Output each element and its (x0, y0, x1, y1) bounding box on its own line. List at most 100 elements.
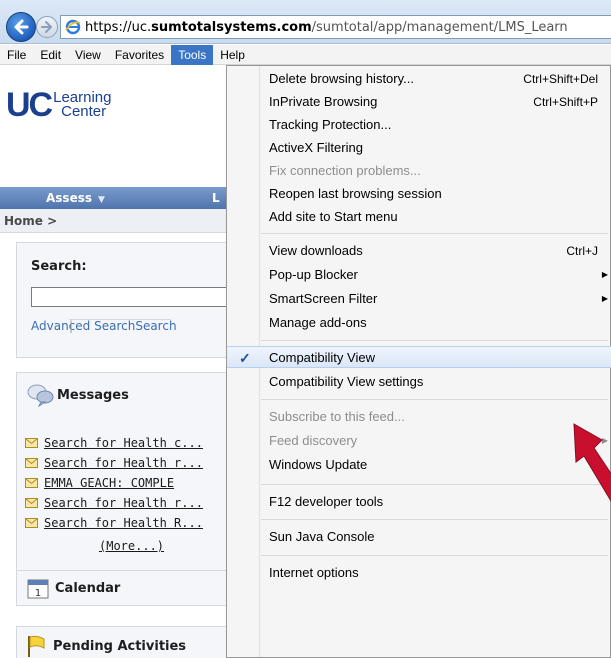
forward-button[interactable] (36, 16, 58, 38)
url-path: /sumtotal/app/management/LMS_Learn (311, 19, 568, 35)
menu-favorites[interactable]: Favorites (108, 45, 171, 65)
menu-item-label: F12 developer tools (269, 494, 384, 509)
menu-item-view-downloads[interactable]: View downloads Ctrl+J (227, 240, 611, 262)
uc-learning-center-logo[interactable]: UC Learning Center (6, 88, 112, 122)
menu-item-label: Compatibility View (269, 350, 375, 365)
menu-item-label: Reopen last browsing session (269, 186, 442, 201)
envelope-icon (25, 438, 38, 448)
browser-toolbar: https://uc. sumtotalsystems.com/sumtotal/… (0, 0, 611, 44)
menu-bar: File Edit View Favorites Tools Help (0, 44, 611, 65)
ie-icon (65, 19, 81, 35)
menu-item-activex-filtering[interactable]: ActiveX Filtering (227, 137, 611, 159)
menu-item-label: Delete browsing history... (269, 71, 414, 86)
menu-tools[interactable]: Tools (171, 44, 214, 65)
menu-item-inprivate-browsing[interactable]: InPrivate Browsing Ctrl+Shift+P (227, 91, 611, 113)
nav-assess[interactable]: Assess ▼ (46, 187, 105, 209)
menu-separator (261, 399, 608, 400)
url-host: sumtotalsystems.com (151, 19, 312, 35)
forward-arrow-icon (41, 21, 52, 33)
search-title: Search: (31, 259, 87, 274)
menu-item-label: Subscribe to this feed... (269, 409, 405, 424)
svg-text:1: 1 (35, 588, 41, 599)
menu-item-label: Fix connection problems... (269, 163, 421, 178)
address-bar[interactable]: https://uc. sumtotalsystems.com/sumtotal/… (60, 15, 611, 39)
menu-item-smartscreen-filter[interactable]: SmartScreen Filter ▶ (227, 288, 611, 310)
menu-separator (261, 519, 608, 520)
calendar-icon: 1 (27, 579, 49, 599)
calendar-panel: 1 Calendar (16, 570, 256, 606)
menu-item-label: ActiveX Filtering (269, 140, 363, 155)
menu-item-popup-blocker[interactable]: Pop-up Blocker ▶ (227, 264, 611, 286)
menu-item-delete-browsing-history[interactable]: Delete browsing history... Ctrl+Shift+Del (227, 68, 611, 90)
menu-view[interactable]: View (68, 45, 108, 65)
back-button[interactable] (6, 12, 36, 42)
message-link[interactable]: EMMA GEACH: COMPLE (44, 476, 174, 490)
menu-file[interactable]: File (0, 45, 33, 65)
pending-activities-panel: Pending Activities (16, 626, 256, 658)
message-link[interactable]: Search for Health r... (44, 456, 203, 470)
menu-item-compatibility-view[interactable]: ✓ Compatibility View (227, 346, 611, 368)
list-item: Search for Health r... (25, 493, 203, 513)
pending-activities-header: Pending Activities (27, 635, 186, 657)
menu-item-label: Compatibility View settings (269, 374, 424, 389)
menu-item-f12-developer-tools[interactable]: F12 developer tools (227, 491, 611, 513)
messages-icon (27, 384, 54, 407)
menu-separator (261, 340, 608, 341)
search-input[interactable] (31, 287, 257, 307)
menu-item-shortcut: Ctrl+Shift+P (533, 95, 598, 109)
menu-item-label: Pop-up Blocker (269, 267, 358, 282)
messages-list: Search for Health c... Search for Health… (25, 433, 203, 533)
chevron-down-icon: ▼ (98, 195, 105, 205)
envelope-icon (25, 458, 38, 468)
envelope-icon (25, 518, 38, 528)
checkmark-icon: ✓ (239, 350, 251, 366)
menu-item-add-site-to-start[interactable]: Add site to Start menu (227, 206, 611, 228)
back-arrow-icon (14, 19, 29, 35)
submenu-arrow-icon: ▶ (601, 270, 608, 279)
list-item: Search for Health r... (25, 453, 203, 473)
messages-header: Messages (27, 383, 129, 407)
menu-item-tracking-protection[interactable]: Tracking Protection... (227, 114, 611, 136)
nav-second-item[interactable]: L (212, 187, 220, 209)
search-link[interactable]: Search (135, 319, 176, 333)
menu-edit[interactable]: Edit (33, 45, 68, 65)
list-item: EMMA GEACH: COMPLE (25, 473, 203, 493)
advanced-search-link[interactable]: Advanced Search (31, 319, 135, 333)
messages-more-link[interactable]: (More...) (99, 539, 164, 553)
menu-item-reopen-last-session[interactable]: Reopen last browsing session (227, 183, 611, 205)
message-link[interactable]: Search for Health r... (44, 496, 203, 510)
menu-item-fix-connection-problems: Fix connection problems... (227, 160, 611, 182)
message-link[interactable]: Search for Health c... (44, 436, 203, 450)
menu-item-sun-java-console[interactable]: Sun Java Console (227, 526, 611, 548)
logo-text: Learning Center (53, 90, 111, 120)
menu-item-label: Internet options (269, 565, 359, 580)
menu-item-compatibility-view-settings[interactable]: Compatibility View settings (227, 371, 611, 393)
menu-item-manage-add-ons[interactable]: Manage add-ons (227, 312, 611, 334)
menu-help[interactable]: Help (213, 45, 252, 65)
menu-item-subscribe-feed: Subscribe to this feed... (227, 406, 611, 428)
menu-item-label: Windows Update (269, 457, 368, 472)
message-link[interactable]: Search for Health R... (44, 516, 203, 530)
menu-item-windows-update[interactable]: Windows Update (227, 454, 611, 476)
envelope-icon (25, 478, 38, 488)
envelope-icon (25, 498, 38, 508)
link-separator: | (69, 319, 171, 333)
menu-item-internet-options[interactable]: Internet options (227, 562, 611, 584)
tools-menu: Delete browsing history... Ctrl+Shift+Del… (226, 65, 611, 658)
logo-line-2: Center (61, 103, 107, 120)
menu-item-feed-discovery: Feed discovery ▶ (227, 430, 611, 452)
menu-item-label: SmartScreen Filter (269, 291, 378, 306)
calendar-header: 1 Calendar (27, 577, 120, 599)
flag-icon (28, 635, 45, 657)
menu-item-label: Manage add-ons (269, 315, 367, 330)
annotation-arrow-icon (573, 423, 611, 502)
search-panel: Search: Advanced Search | Search (16, 242, 257, 358)
menu-separator (261, 555, 608, 556)
calendar-title: Calendar (55, 580, 121, 596)
logo-uc: UC (6, 86, 53, 124)
messages-title: Messages (57, 387, 129, 403)
nav-assess-label: Assess (46, 191, 92, 205)
pending-activities-title: Pending Activities (53, 638, 187, 654)
menu-item-label: Tracking Protection... (269, 117, 392, 132)
menu-item-shortcut: Ctrl+Shift+Del (523, 72, 598, 86)
